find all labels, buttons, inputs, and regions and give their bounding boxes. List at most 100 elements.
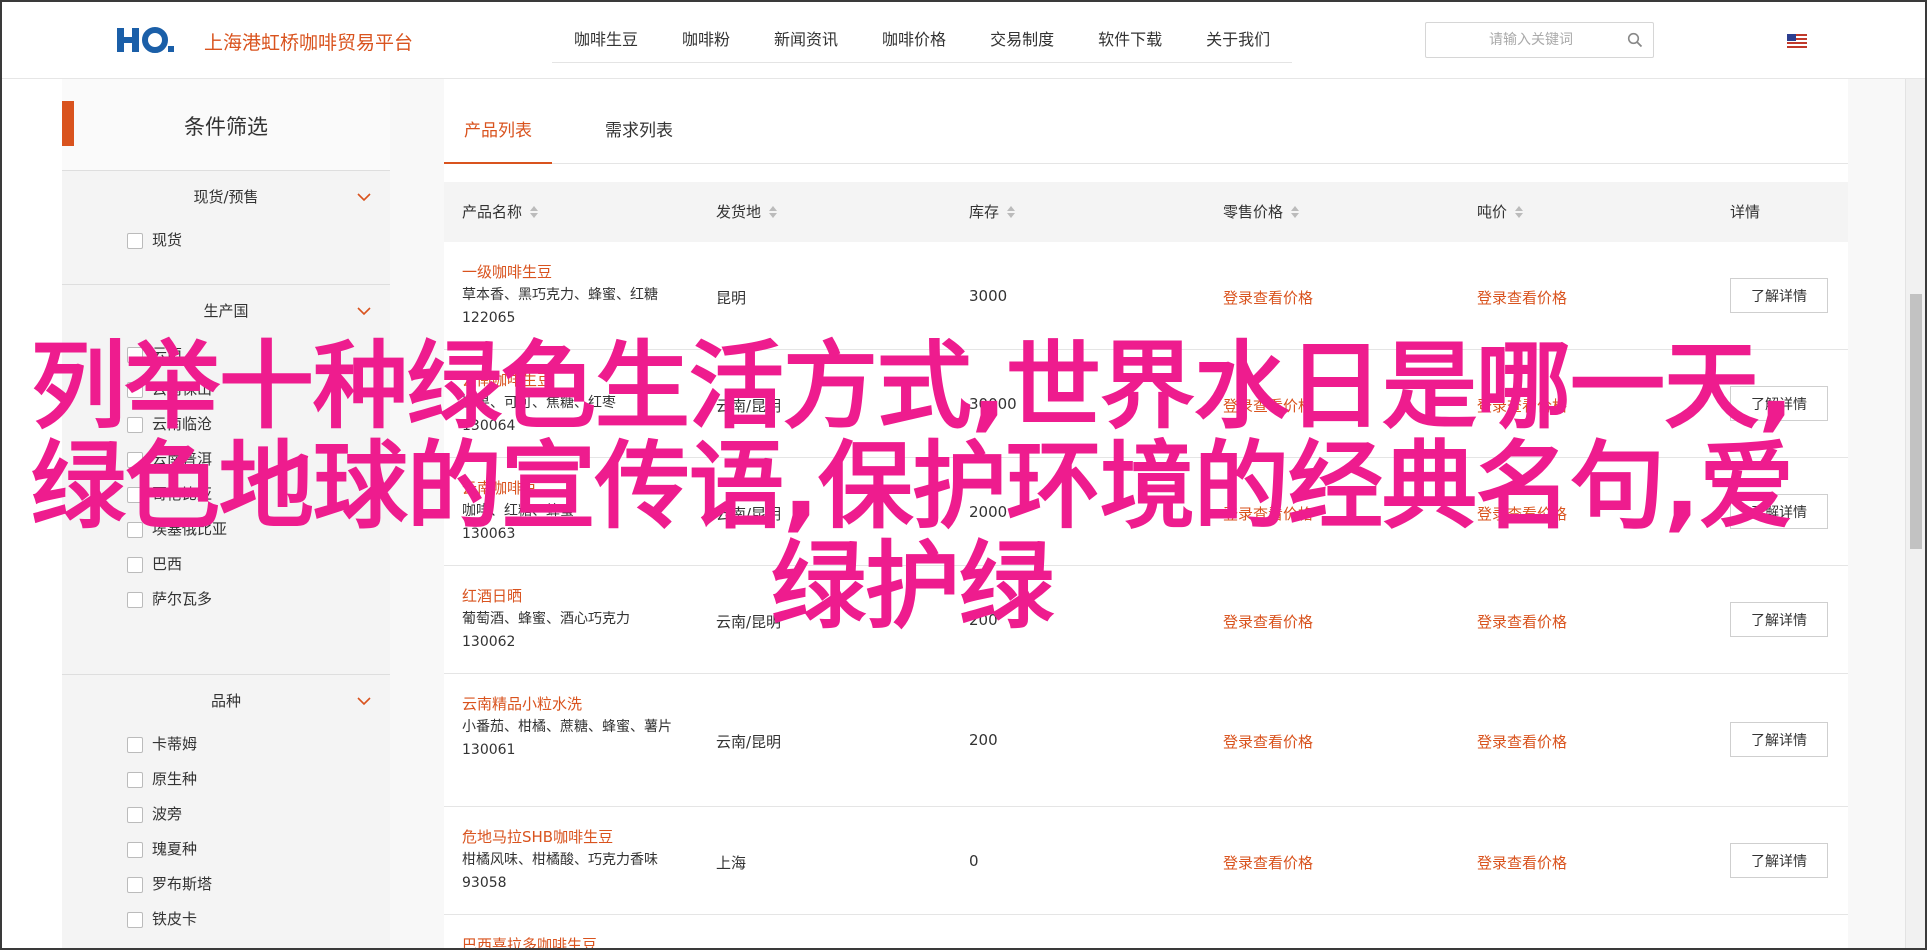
- filter-group-variety: 品种 卡蒂姆 原生种 波旁 瑰夏种 罗布斯塔 铁皮卡: [62, 675, 390, 948]
- column-header-label: 吨价: [1477, 203, 1508, 221]
- sort-icon[interactable]: [1515, 206, 1524, 218]
- checkbox[interactable]: [127, 877, 143, 893]
- main-nav: 咖啡生豆 咖啡粉 新闻资讯 咖啡价格 交易制度 软件下载 关于我们: [552, 22, 1292, 62]
- ton-price-login-link[interactable]: 登录查看价格: [1477, 731, 1567, 752]
- nav-item-prices[interactable]: 咖啡价格: [860, 22, 968, 62]
- retail-price-login-link[interactable]: 登录查看价格: [1223, 731, 1313, 752]
- brand-name[interactable]: 上海港虹桥咖啡贸易平台: [204, 28, 413, 55]
- details-button[interactable]: 了解详情: [1730, 278, 1828, 313]
- filter-option-bourbon[interactable]: 波旁: [62, 797, 390, 832]
- filter-header: 条件筛选: [62, 79, 390, 171]
- nav-item-coffee-powder[interactable]: 咖啡粉: [660, 22, 752, 62]
- sort-icon[interactable]: [1007, 206, 1016, 218]
- column-header-product-name[interactable]: 产品名称: [462, 182, 539, 242]
- tab-demand-list[interactable]: 需求列表: [564, 109, 714, 164]
- product-info: 一级咖啡生豆 草本香、黑巧克力、蜂蜜、红糖 122065: [462, 260, 672, 330]
- checkbox[interactable]: [127, 807, 143, 823]
- page-scrollbar[interactable]: [1905, 79, 1925, 948]
- filter-option-label: 瑰夏种: [152, 840, 198, 858]
- retail-price-login-link[interactable]: 登录查看价格: [1223, 287, 1313, 308]
- details-button[interactable]: 了解详情: [1730, 722, 1828, 757]
- scrollbar-thumb[interactable]: [1910, 294, 1922, 549]
- search-input[interactable]: [1426, 23, 1616, 57]
- site-header: 上海港虹桥咖啡贸易平台 咖啡生豆 咖啡粉 新闻资讯 咖啡价格 交易制度 软件下载…: [2, 2, 1925, 79]
- product-origin: 云南/昆明: [716, 733, 782, 751]
- filter-option-heirloom[interactable]: 原生种: [62, 762, 390, 797]
- nav-item-about[interactable]: 关于我们: [1184, 22, 1292, 62]
- nav-item-trade-rules[interactable]: 交易制度: [968, 22, 1076, 62]
- table-header: 产品名称 发货地 库存 零售价格 吨价 详情: [444, 182, 1848, 242]
- filter-option-robusta[interactable]: 罗布斯塔: [62, 867, 390, 902]
- column-header-retail-price[interactable]: 零售价格: [1223, 182, 1300, 242]
- sort-icon[interactable]: [530, 206, 539, 218]
- filter-option-label: 卡蒂姆: [152, 735, 198, 753]
- column-header-label: 产品名称: [462, 203, 523, 221]
- filter-group-stock-type: 现货/预售 现货: [62, 171, 390, 285]
- filter-group-head[interactable]: 品种: [62, 675, 390, 727]
- filter-group-label: 生产国: [203, 302, 249, 320]
- overlay-headline: 列举十种绿色生活方式,世界水日是哪一天, 绿色地球的宣传语,保护环境的经典名句,…: [27, 337, 1797, 637]
- column-header-stock[interactable]: 库存: [969, 182, 1016, 242]
- browser-frame: 上海港虹桥咖啡贸易平台 咖啡生豆 咖啡粉 新闻资讯 咖啡价格 交易制度 软件下载…: [0, 0, 1927, 950]
- table-row: 云南精品小粒水洗 小番茄、柑橘、蔗糖、蜂蜜、薯片 130061 云南/昆明 20…: [444, 674, 1848, 807]
- filter-option-label: 波旁: [152, 805, 183, 823]
- retail-price-login-link[interactable]: 登录查看价格: [1223, 852, 1313, 873]
- filter-group-head[interactable]: 生产国: [62, 285, 390, 337]
- nav-item-green-beans[interactable]: 咖啡生豆: [552, 22, 660, 62]
- ton-price-login-link[interactable]: 登录查看价格: [1477, 287, 1567, 308]
- filter-group-label: 品种: [210, 692, 241, 710]
- filter-title: 条件筛选: [184, 115, 268, 139]
- ton-price-login-link[interactable]: 登录查看价格: [1477, 852, 1567, 873]
- product-name-link[interactable]: 危地马拉SHB咖啡生豆: [462, 825, 672, 849]
- product-info: 云南精品小粒水洗 小番茄、柑橘、蔗糖、蜂蜜、薯片 130061: [462, 692, 672, 762]
- filter-option-catimor[interactable]: 卡蒂姆: [62, 727, 390, 762]
- product-info: 危地马拉SHB咖啡生豆 柑橘风味、柑橘酸、巧克力香味 93058: [462, 825, 672, 895]
- checkbox[interactable]: [127, 842, 143, 858]
- column-header-origin[interactable]: 发货地: [716, 182, 778, 242]
- product-code: 93058: [462, 875, 507, 891]
- search-icon[interactable]: [1627, 32, 1643, 48]
- product-origin: 昆明: [716, 289, 747, 307]
- filter-option-geisha[interactable]: 瑰夏种: [62, 832, 390, 867]
- product-stock: 3000: [969, 287, 1008, 305]
- sort-icon[interactable]: [769, 206, 778, 218]
- filter-option-label: 现货: [152, 231, 183, 249]
- hq-logo[interactable]: [115, 24, 175, 56]
- product-code: 122065: [462, 310, 516, 326]
- filter-option-label: 罗布斯塔: [152, 875, 213, 893]
- nav-item-downloads[interactable]: 软件下载: [1076, 22, 1184, 62]
- checkbox[interactable]: [127, 233, 143, 249]
- table-row: 危地马拉SHB咖啡生豆 柑橘风味、柑橘酸、巧克力香味 93058 上海 0 登录…: [444, 807, 1848, 915]
- product-origin: 上海: [716, 854, 747, 872]
- list-tabs: 产品列表 需求列表: [444, 109, 1848, 164]
- product-code: 130061: [462, 742, 516, 758]
- filter-group-label: 现货/预售: [193, 188, 259, 206]
- nav-underline: [552, 62, 1292, 63]
- product-name-link[interactable]: 巴西喜拉多咖啡生豆: [462, 933, 597, 948]
- chevron-down-icon: [357, 697, 371, 706]
- filter-option-typica[interactable]: 铁皮卡: [62, 902, 390, 937]
- column-header-details: 详情: [1730, 203, 1761, 221]
- table-row: 巴西喜拉多咖啡生豆: [444, 915, 1848, 948]
- overlay-line: 绿护绿: [770, 532, 1054, 642]
- column-header-ton-price[interactable]: 吨价: [1477, 182, 1524, 242]
- search-box: [1425, 22, 1654, 58]
- chevron-down-icon: [357, 193, 371, 202]
- details-button[interactable]: 了解详情: [1730, 843, 1828, 878]
- checkbox[interactable]: [127, 912, 143, 928]
- filter-group-head[interactable]: 现货/预售: [62, 171, 390, 223]
- product-stock: 200: [969, 731, 998, 749]
- overlay-line: 绿色地球的宣传语,保护环境的经典名句,爱: [30, 432, 1794, 542]
- filter-option-in-stock[interactable]: 现货: [62, 223, 390, 258]
- product-name-link[interactable]: 云南精品小粒水洗: [462, 692, 672, 716]
- checkbox[interactable]: [127, 737, 143, 753]
- product-name-link[interactable]: 一级咖啡生豆: [462, 260, 672, 284]
- overlay-line: 列举十种绿色生活方式,世界水日是哪一天,: [30, 332, 1794, 442]
- tab-product-list[interactable]: 产品列表: [444, 109, 552, 164]
- checkbox[interactable]: [127, 772, 143, 788]
- product-stock: 0: [969, 852, 979, 870]
- us-flag-icon[interactable]: [1787, 34, 1807, 48]
- product-info: 巴西喜拉多咖啡生豆: [462, 933, 597, 948]
- sort-icon[interactable]: [1291, 206, 1300, 218]
- nav-item-news[interactable]: 新闻资讯: [752, 22, 860, 62]
